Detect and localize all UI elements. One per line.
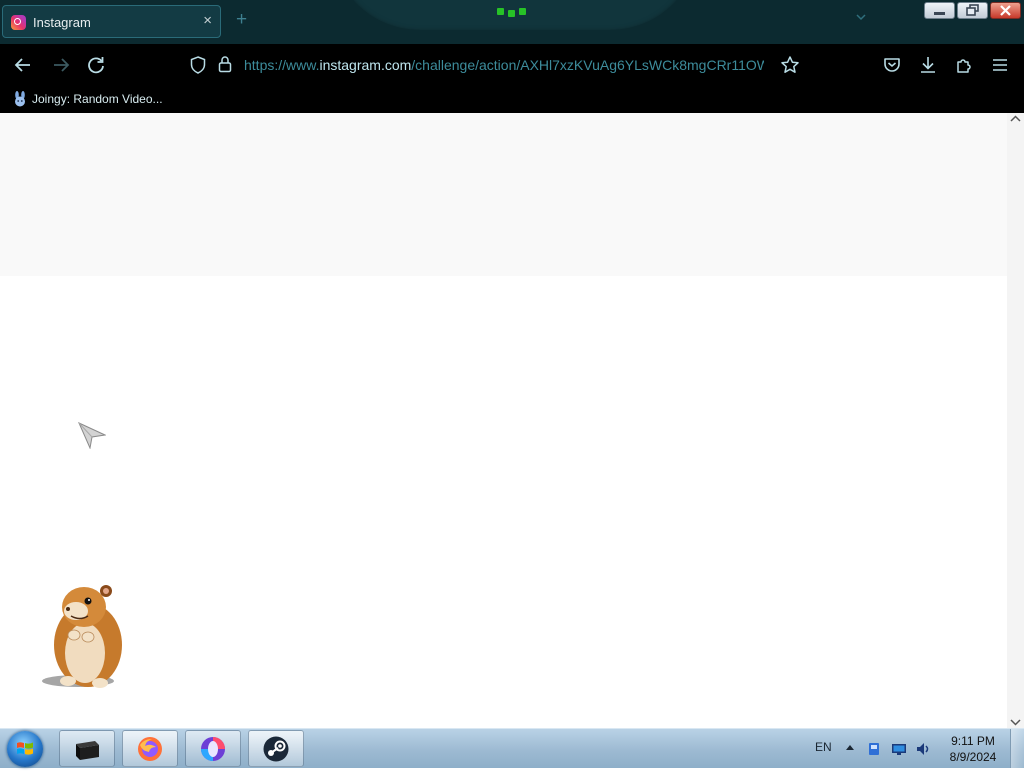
taskbar-app-steam[interactable] <box>248 730 304 767</box>
firefox-icon <box>138 737 162 761</box>
bookmark-star-icon[interactable] <box>780 55 800 75</box>
clock-time: 9:11 PM <box>951 734 995 748</box>
reload-icon[interactable] <box>86 55 106 75</box>
show-hidden-icons-arrow-icon[interactable] <box>846 744 854 750</box>
start-button[interactable] <box>7 731 43 767</box>
language-indicator[interactable]: EN <box>815 740 832 754</box>
window-controls <box>924 2 1021 20</box>
volume-icon[interactable] <box>915 741 931 757</box>
minimize-icon <box>934 12 945 15</box>
terminal-icon <box>76 741 99 760</box>
tab-instagram[interactable]: Instagram × <box>2 5 221 38</box>
menu-hamburger-icon[interactable] <box>990 55 1010 75</box>
show-desktop-button[interactable] <box>1010 729 1024 768</box>
cursor-icon <box>78 421 106 449</box>
url-domain: instagram.com <box>319 57 412 73</box>
restore-icon <box>966 4 979 16</box>
opera-gx-icon <box>201 737 225 761</box>
tab-title: Instagram <box>33 15 91 30</box>
taskbar: EN 9:11 PM 8/9/2024 <box>0 728 1024 768</box>
clock-date: 8/9/2024 <box>949 750 997 764</box>
taskbar-app-opera[interactable] <box>185 730 241 767</box>
vertical-scrollbar[interactable] <box>1007 113 1024 728</box>
url-bar[interactable]: https://www.instagram.com/challenge/acti… <box>180 50 770 80</box>
page-header-area <box>0 113 1007 276</box>
tracking-protection-shield-icon[interactable] <box>190 56 206 74</box>
theme-lights <box>497 6 527 17</box>
bookmarks-toolbar: Joingy: Random Video... <box>0 86 1024 113</box>
network-monitor-icon[interactable] <box>891 741 907 757</box>
taskbar-app-terminal[interactable] <box>59 730 115 767</box>
lock-icon[interactable] <box>218 55 232 73</box>
back-arrow-icon[interactable] <box>13 55 33 75</box>
tab-strip: Instagram × + <box>0 0 1024 44</box>
url-prefix: https://www. <box>244 57 320 73</box>
instagram-icon <box>11 15 26 30</box>
url-path: /challenge/action/AXHl7xzKVuAg6YLsWCk8mg… <box>411 57 764 73</box>
tray-app-icon[interactable] <box>866 741 882 757</box>
url-text[interactable]: https://www.instagram.com/challenge/acti… <box>244 57 764 73</box>
page-content <box>0 113 1007 728</box>
hamster-mascot-image <box>42 585 122 688</box>
scroll-up-arrow-icon[interactable] <box>1010 115 1021 123</box>
forward-arrow-icon[interactable] <box>51 55 71 75</box>
bookmark-label: Joingy: Random Video... <box>32 92 163 106</box>
steam-icon <box>263 736 289 762</box>
windows-logo-icon <box>17 742 33 755</box>
minimize-button[interactable] <box>924 2 955 19</box>
system-clock[interactable]: 9:11 PM 8/9/2024 <box>938 733 1008 765</box>
close-button[interactable] <box>990 2 1021 19</box>
taskbar-app-firefox[interactable] <box>122 730 178 767</box>
tab-close-icon[interactable]: × <box>203 12 212 29</box>
close-icon <box>1000 5 1011 16</box>
joingy-bunny-icon <box>15 91 25 107</box>
extensions-icon[interactable] <box>954 55 974 75</box>
list-all-tabs-icon[interactable] <box>856 12 866 22</box>
new-tab-button[interactable]: + <box>236 10 247 30</box>
restore-button[interactable] <box>957 2 988 19</box>
pocket-icon[interactable] <box>882 55 902 75</box>
scroll-down-arrow-icon[interactable] <box>1010 718 1021 726</box>
downloads-icon[interactable] <box>918 55 938 75</box>
navigation-toolbar: https://www.instagram.com/challenge/acti… <box>0 44 1024 86</box>
